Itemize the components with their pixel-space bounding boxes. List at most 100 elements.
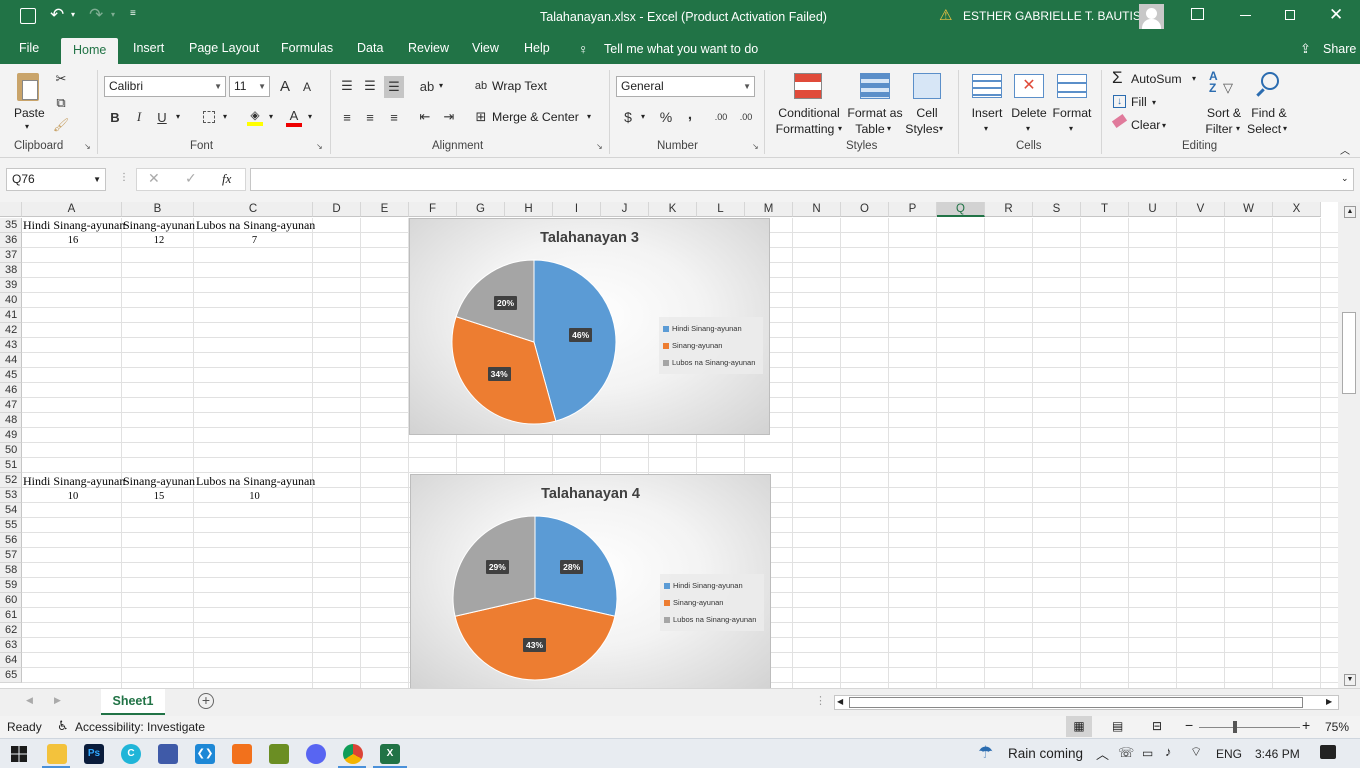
- insert-function-button[interactable]: fx: [222, 171, 231, 187]
- font-size-select[interactable]: 11 ▼: [229, 76, 270, 97]
- save-icon[interactable]: [20, 8, 36, 24]
- zoom-out-icon[interactable]: −: [1185, 717, 1193, 733]
- column-header-b[interactable]: B: [122, 202, 194, 217]
- row-header-63[interactable]: 63: [0, 638, 22, 653]
- column-header-g[interactable]: G: [457, 202, 505, 217]
- horizontal-scrollbar[interactable]: ◀ ▶: [834, 695, 1339, 710]
- column-header-n[interactable]: N: [793, 202, 841, 217]
- grow-font-button[interactable]: A: [276, 76, 294, 96]
- column-header-s[interactable]: S: [1033, 202, 1081, 217]
- column-header-p[interactable]: P: [889, 202, 937, 217]
- column-header-q[interactable]: Q: [937, 202, 985, 217]
- row-header-38[interactable]: 38: [0, 263, 22, 278]
- cell-a53[interactable]: 10: [23, 489, 123, 504]
- number-format-select[interactable]: General ▼: [616, 76, 755, 97]
- align-left-icon[interactable]: ≡: [338, 107, 356, 127]
- undo-dropdown-icon[interactable]: ▾: [71, 10, 75, 19]
- cell-c53[interactable]: 10: [195, 489, 314, 504]
- select-all-corner[interactable]: [0, 202, 22, 217]
- cell-b36[interactable]: 12: [123, 233, 195, 248]
- tab-insert[interactable]: Insert: [124, 34, 173, 64]
- fill-color-icon[interactable]: ◈: [245, 106, 265, 128]
- column-header-d[interactable]: D: [313, 202, 361, 217]
- merge-center-button[interactable]: Merge & Center: [492, 110, 579, 124]
- cell-b35[interactable]: Sinang-ayunan: [123, 218, 195, 233]
- language-indicator[interactable]: ENG: [1216, 747, 1242, 761]
- chevron-down-icon[interactable]: ▾: [176, 112, 180, 121]
- chevron-up-icon[interactable]: ︿: [1096, 744, 1109, 763]
- tab-home[interactable]: Home: [61, 38, 119, 64]
- row-header-36[interactable]: 36: [0, 233, 22, 248]
- row-header-35[interactable]: 35: [0, 218, 22, 233]
- wrap-text-icon[interactable]: ab: [472, 76, 490, 96]
- tab-view[interactable]: View: [463, 34, 508, 64]
- user-name[interactable]: ESTHER GABRIELLE T. BAUTISTA: [963, 9, 1155, 23]
- column-header-i[interactable]: I: [553, 202, 601, 217]
- scroll-down-icon[interactable]: ▼: [1344, 674, 1356, 686]
- h-scroll-thumb[interactable]: [849, 697, 1303, 708]
- cell-b52[interactable]: Sinang-ayunan: [123, 474, 195, 489]
- pie-chart-talahanayan-3[interactable]: Talahanayan 3 46% 34% 20% Hindi Sinang-ayu…: [409, 218, 770, 435]
- fill-icon[interactable]: ↓: [1113, 95, 1126, 108]
- canva-icon[interactable]: C: [121, 744, 141, 764]
- cell-a36[interactable]: 16: [23, 233, 123, 248]
- vertical-scrollbar[interactable]: ▲ ▼: [1338, 202, 1360, 688]
- tab-file[interactable]: File: [10, 34, 48, 64]
- chevron-down-icon[interactable]: ▾: [439, 81, 443, 90]
- row-header-65[interactable]: 65: [0, 668, 22, 683]
- row-header-51[interactable]: 51: [0, 458, 22, 473]
- tab-review[interactable]: Review: [399, 34, 458, 64]
- delete-cells-button[interactable]: ✕ Delete ▾: [1008, 70, 1050, 138]
- row-header-60[interactable]: 60: [0, 593, 22, 608]
- format-painter-icon[interactable]: 🖌: [52, 116, 70, 134]
- zoom-slider[interactable]: [1199, 727, 1300, 728]
- increase-indent-icon[interactable]: ⇥: [440, 107, 458, 127]
- insert-cells-button[interactable]: Insert ▾: [966, 70, 1008, 138]
- weather-status[interactable]: Rain coming: [1008, 746, 1083, 761]
- column-header-l[interactable]: L: [697, 202, 745, 217]
- zoom-level[interactable]: 75%: [1325, 720, 1349, 734]
- app-cube-icon[interactable]: [158, 744, 178, 764]
- eraser-icon[interactable]: [1111, 113, 1128, 129]
- orientation-icon[interactable]: ab: [417, 76, 437, 96]
- notifications-icon[interactable]: [1320, 745, 1336, 759]
- autosum-button[interactable]: AutoSum: [1131, 72, 1182, 86]
- chevron-down-icon[interactable]: ▾: [308, 112, 312, 121]
- column-header-f[interactable]: F: [409, 202, 457, 217]
- avatar[interactable]: [1139, 4, 1164, 29]
- row-header-47[interactable]: 47: [0, 398, 22, 413]
- page-layout-view-icon[interactable]: ▤: [1112, 719, 1123, 733]
- discord-icon[interactable]: [306, 744, 326, 764]
- chevron-down-icon[interactable]: ▾: [223, 112, 227, 121]
- meet-icon[interactable]: ☏: [1118, 745, 1134, 761]
- volume-icon[interactable]: ♪: [1165, 744, 1172, 759]
- excel-icon[interactable]: X: [380, 744, 400, 764]
- enter-icon[interactable]: ✓: [185, 170, 197, 187]
- row-header-49[interactable]: 49: [0, 428, 22, 443]
- wifi-icon[interactable]: ⌔: [1190, 744, 1202, 760]
- row-header-59[interactable]: 59: [0, 578, 22, 593]
- row-header-52[interactable]: 52: [0, 473, 22, 488]
- minimize-icon[interactable]: [1240, 15, 1251, 16]
- merge-center-icon[interactable]: ⊞: [472, 107, 490, 127]
- share-button[interactable]: Share: [1323, 42, 1356, 56]
- decrease-indent-icon[interactable]: ⇤: [416, 107, 434, 127]
- currency-button[interactable]: $: [620, 107, 636, 127]
- cell-b53[interactable]: 15: [123, 489, 195, 504]
- photoshop-icon[interactable]: Ps: [84, 744, 104, 764]
- shrink-font-button[interactable]: A: [299, 78, 315, 96]
- font-color-icon[interactable]: A: [284, 106, 304, 128]
- row-header-56[interactable]: 56: [0, 533, 22, 548]
- row-header-41[interactable]: 41: [0, 308, 22, 323]
- font-name-select[interactable]: Calibri ▼: [104, 76, 226, 97]
- chrome-icon[interactable]: [343, 744, 363, 764]
- format-as-table-button[interactable]: Format as Table ▾: [847, 70, 903, 138]
- lightbulb-icon[interactable]: ♀: [578, 41, 589, 57]
- row-header-53[interactable]: 53: [0, 488, 22, 503]
- chevron-down-icon[interactable]: ▾: [1192, 74, 1196, 83]
- bold-button[interactable]: B: [106, 107, 124, 127]
- dialog-launcher-icon[interactable]: ↘: [316, 142, 323, 151]
- collapse-ribbon-icon[interactable]: ︿: [1340, 142, 1350, 157]
- accessibility-status[interactable]: Accessibility: Investigate: [75, 720, 205, 734]
- accessibility-icon[interactable]: ♿: [57, 718, 69, 734]
